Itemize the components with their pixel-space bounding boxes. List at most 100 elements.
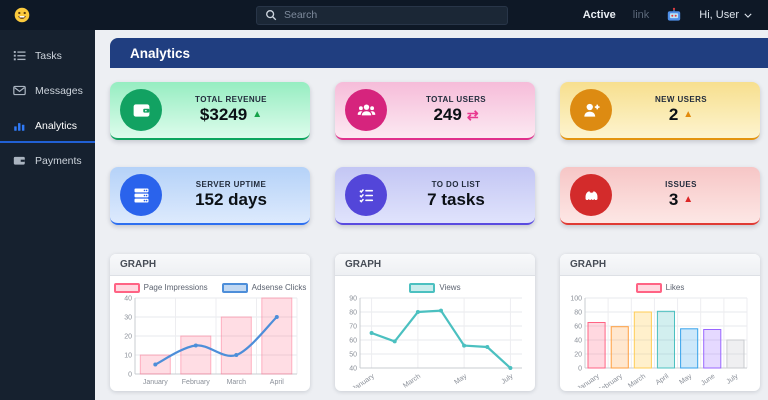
- swap-arrows-icon: ⇄: [466, 107, 479, 123]
- search-input[interactable]: [284, 9, 499, 21]
- svg-text:40: 40: [574, 338, 582, 345]
- sidebar-item-messages[interactable]: Messages: [0, 73, 95, 108]
- wallet-icon: [120, 89, 162, 131]
- chart-legend: Views: [337, 281, 533, 294]
- svg-text:April: April: [655, 373, 671, 387]
- svg-text:10: 10: [124, 353, 132, 360]
- svg-text:April: April: [270, 379, 284, 386]
- analytics-icon: [13, 119, 26, 132]
- payments-icon: [13, 154, 26, 167]
- svg-text:30: 30: [124, 315, 132, 322]
- content: TOTAL REVENUE $3249 ▲ TOTAL USERS 249⇄: [95, 68, 768, 391]
- svg-text:60: 60: [349, 338, 357, 345]
- legend-item[interactable]: Likes: [635, 282, 685, 293]
- sidebar-item-label: Tasks: [35, 49, 62, 62]
- stats-grid: TOTAL REVENUE $3249 ▲ TOTAL USERS 249⇄: [110, 82, 760, 225]
- line-chart: 40 50 60 70 80 90 January March May July: [349, 296, 522, 388]
- charts-grid: GRAPH Page Impressions Adsense Clicks 0 10…: [110, 254, 760, 391]
- svg-text:0: 0: [578, 366, 582, 373]
- svg-text:May: May: [678, 373, 693, 387]
- trend-up-icon: ▲: [683, 109, 694, 120]
- stat-label: SERVER UPTIME: [195, 180, 267, 189]
- stat-value: 7 tasks: [427, 190, 485, 209]
- svg-text:60: 60: [574, 324, 582, 331]
- server-icon: [120, 174, 162, 216]
- checklist-icon: [345, 174, 387, 216]
- svg-text:90: 90: [349, 296, 357, 303]
- bug-icon: [570, 174, 612, 216]
- svg-text:January: January: [351, 373, 376, 388]
- stat-label: NEW USERS: [654, 95, 708, 104]
- svg-text:100: 100: [570, 296, 582, 303]
- user-menu[interactable]: Hi, User: [699, 9, 752, 21]
- stat-value: 152 days: [195, 190, 267, 209]
- graph-card-title: GRAPH: [335, 254, 535, 276]
- bar-line-chart: 0 10 20 30 40 January February March April: [124, 296, 298, 386]
- sidebar-item-tasks[interactable]: Tasks: [0, 38, 95, 73]
- svg-text:80: 80: [349, 310, 357, 317]
- sidebar-item-analytics[interactable]: Analytics: [0, 108, 95, 143]
- sidebar-item-label: Analytics: [35, 119, 78, 132]
- tasks-icon: [13, 49, 26, 62]
- stat-card-server-uptime: SERVER UPTIME 152 days: [110, 167, 310, 225]
- robot-emoji-avatar[interactable]: [666, 7, 682, 23]
- svg-text:40: 40: [349, 366, 357, 373]
- stat-card-total-users: TOTAL USERS 249 ⇄: [335, 82, 535, 140]
- legend-item[interactable]: Adsense Clicks: [221, 282, 307, 293]
- legend-label: Page Impressions: [143, 283, 208, 292]
- legend-swatch: [409, 282, 436, 293]
- svg-text:March: March: [627, 373, 647, 388]
- stat-card-issues: ISSUES 3 ▲: [560, 167, 760, 225]
- user-menu-label: Hi, User: [699, 9, 739, 21]
- legend-label: Adsense Clicks: [251, 283, 307, 292]
- app-logo[interactable]: [0, 7, 95, 23]
- active-link[interactable]: Active: [583, 9, 616, 21]
- legend-label: Views: [439, 283, 461, 292]
- topbar-right: Active link Hi, User: [583, 7, 768, 23]
- legend-swatch: [113, 282, 140, 293]
- stat-label: TOTAL REVENUE: [195, 95, 267, 104]
- legend-item[interactable]: Views: [409, 282, 461, 293]
- user-plus-icon: [570, 89, 612, 131]
- svg-text:July: July: [725, 373, 740, 386]
- svg-text:70: 70: [349, 324, 357, 331]
- legend-item[interactable]: Page Impressions: [113, 282, 208, 293]
- stat-value: 249: [433, 105, 462, 124]
- svg-text:20: 20: [124, 334, 132, 341]
- trend-up-icon: ▲: [683, 194, 694, 205]
- stat-value: $3249: [199, 105, 248, 124]
- svg-text:June: June: [700, 373, 717, 388]
- chart-legend: Page Impressions Adsense Clicks: [112, 281, 308, 294]
- svg-text:January: January: [143, 379, 168, 386]
- svg-text:40: 40: [124, 296, 132, 303]
- messages-icon: [13, 84, 26, 97]
- search-icon: [266, 10, 277, 21]
- sidebar-item-payments[interactable]: Payments: [0, 143, 95, 178]
- stat-card-todo-list: TO DO LIST 7 tasks: [335, 167, 535, 225]
- chevron-down-icon: [744, 13, 752, 18]
- topbar: Active link Hi, User: [0, 0, 768, 30]
- chart-legend: Likes: [562, 281, 758, 294]
- graph-card-title: GRAPH: [110, 254, 310, 276]
- svg-text:80: 80: [574, 310, 582, 317]
- svg-text:0: 0: [128, 372, 132, 379]
- sidebar: Tasks Messages Analytics Payments: [0, 30, 95, 400]
- svg-text:20: 20: [574, 352, 582, 359]
- nav-link[interactable]: link: [633, 9, 650, 21]
- stat-value: 2: [668, 105, 679, 124]
- svg-text:May: May: [453, 373, 468, 387]
- page-title-bar: Analytics: [110, 38, 768, 68]
- legend-label: Likes: [665, 283, 685, 292]
- svg-text:50: 50: [349, 352, 357, 359]
- grinning-face-emoji: [14, 7, 30, 23]
- sidebar-item-label: Messages: [35, 84, 83, 97]
- stat-label: TOTAL USERS: [426, 95, 486, 104]
- dashboard-app: Active link Hi, User Tasks: [0, 0, 768, 400]
- svg-text:January: January: [576, 373, 601, 388]
- graph-card-likes: GRAPH Likes 0 20 40 60 80 100 January February M…: [560, 254, 760, 391]
- graph-card-impressions-clicks: GRAPH Page Impressions Adsense Clicks 0 10…: [110, 254, 310, 391]
- trend-up-icon: ▲: [252, 109, 263, 120]
- legend-swatch: [635, 282, 662, 293]
- svg-text:February: February: [597, 373, 624, 388]
- stat-card-new-users: NEW USERS 2 ▲: [560, 82, 760, 140]
